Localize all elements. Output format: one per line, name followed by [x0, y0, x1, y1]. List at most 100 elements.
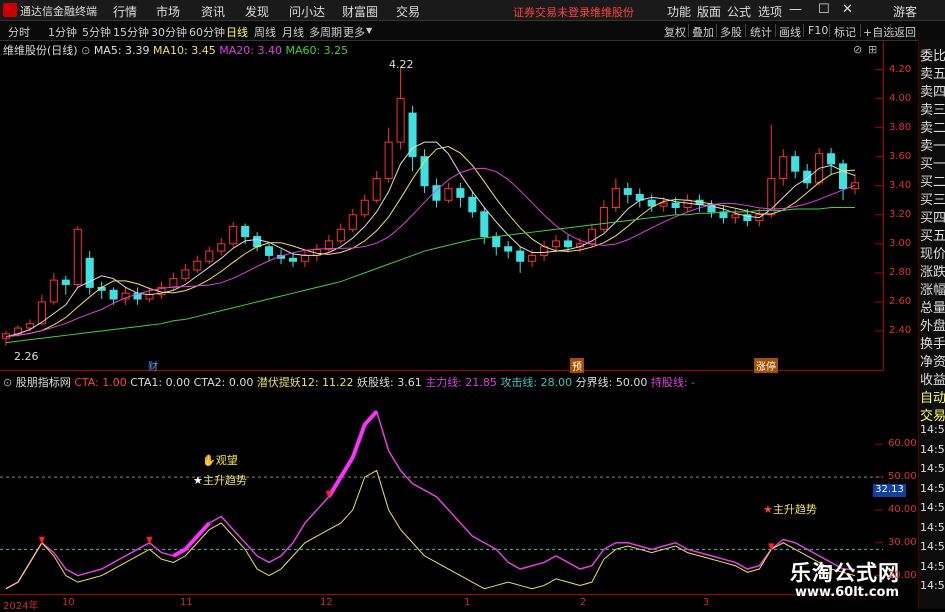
y-label-sub-2: 40.00: [888, 503, 917, 515]
side-panel-item-3[interactable]: 卖三: [920, 99, 945, 118]
y-label-main-9: 2.40: [889, 324, 912, 336]
menu-item-shichang[interactable]: 市场: [156, 3, 180, 20]
more-dropdown-icon[interactable]: ▼: [366, 26, 372, 35]
side-panel-item-7[interactable]: 买二: [920, 171, 945, 190]
low-price-label: 2.26: [14, 350, 39, 363]
main-chart-frame: [0, 40, 884, 371]
tab-15min[interactable]: 15分钟: [113, 24, 149, 40]
x-label-feb: 2: [580, 597, 587, 608]
menu-item-faxian[interactable]: 发现: [245, 3, 269, 20]
y-label-sub-4: 20.00: [888, 569, 917, 581]
indicator-title: 股朋指标网: [15, 376, 71, 389]
side-panel-item-13[interactable]: 涨幅: [920, 279, 945, 298]
side-panel-item-17[interactable]: 净资: [920, 351, 945, 370]
close-icon[interactable]: ✕: [842, 2, 853, 17]
cai-marker-2: 预: [570, 358, 584, 373]
side-panel-item-14[interactable]: 总量: [920, 297, 945, 316]
window-icon[interactable]: ⊞: [868, 43, 877, 56]
btn-back[interactable]: 返回: [894, 24, 916, 40]
side-panel-item-1[interactable]: 卖五: [920, 63, 945, 82]
tab-fenshi[interactable]: 分时: [8, 24, 30, 40]
side-panel-item-11[interactable]: 现价: [920, 243, 945, 262]
tab-weekly[interactable]: 周线: [254, 24, 276, 40]
star-icon: ★: [763, 503, 773, 516]
x-label-year: 2024年: [3, 601, 39, 612]
menu-item-caifuquan[interactable]: 财富圈: [342, 3, 378, 20]
period-toolbar: 分时 1分钟 5分钟 15分钟 30分钟 60分钟 日线 周线 月线 多周期 更…: [0, 21, 945, 41]
side-panel-item-2[interactable]: 卖四: [920, 81, 945, 100]
hand-icon: ✋: [202, 454, 216, 467]
side-panel-item-0[interactable]: 委比: [920, 45, 945, 64]
zl-label: 主力线: 21.85: [425, 376, 497, 389]
btn-duogu[interactable]: 多股: [720, 24, 742, 40]
y-label-main-8: 2.60: [889, 295, 912, 307]
strong-segment: [327, 410, 379, 498]
btn-fuquan[interactable]: 复权: [664, 24, 686, 40]
x-label-oct: 10: [62, 597, 75, 608]
btn-diejia[interactable]: 叠加: [692, 24, 714, 40]
menu-item-banmian[interactable]: 版面: [697, 3, 721, 20]
time-label-2: 14:5: [920, 462, 945, 475]
menu-item-xuanxiang[interactable]: 选项: [758, 3, 782, 20]
tab-daily[interactable]: 日线: [226, 24, 248, 40]
side-panel-item-19[interactable]: 自动: [920, 387, 945, 406]
menu-item-wenxiaoda[interactable]: 问小达: [289, 3, 325, 20]
side-panel-item-4[interactable]: 卖二: [920, 117, 945, 136]
btn-tongji[interactable]: 统计: [750, 24, 772, 40]
btn-f10[interactable]: F10: [808, 24, 828, 37]
y-label-main-5: 3.20: [889, 208, 912, 220]
side-panel-item-8[interactable]: 买三: [920, 189, 945, 208]
uptrend-label-2: ★主升趋势: [763, 503, 817, 516]
btn-biaoji[interactable]: 标记: [834, 24, 856, 40]
indicator-settings-icon[interactable]: ⊙: [3, 376, 12, 389]
indicator-legend: ⊙ 股朋指标网 CTA: 1.00 CTA1: 0.00 CTA2: 0.00 …: [3, 374, 695, 390]
time-label-8: 14:5: [920, 579, 945, 592]
menu-item-zixun[interactable]: 资讯: [201, 3, 225, 20]
app-name: 通达信金融终端: [20, 5, 97, 18]
tab-30min[interactable]: 30分钟: [151, 24, 187, 40]
watermark-url: www.60lt.com: [795, 585, 900, 600]
login-notice[interactable]: 证券交易未登录: [513, 4, 590, 20]
menu-bar: 通达信金融终端 行情 市场 资讯 发现 问小达 财富圈 交易 证券交易未登录 维…: [0, 0, 945, 21]
side-panel-item-15[interactable]: 外盘: [920, 315, 945, 334]
menu-item-jiaoyi[interactable]: 交易: [396, 3, 420, 20]
y-label-main-3: 3.60: [889, 150, 912, 162]
y-label-main-4: 3.40: [889, 179, 912, 191]
menu-item-gongshi[interactable]: 公式: [727, 3, 751, 20]
cursor-value-box: 32.13: [873, 484, 906, 497]
tab-5min[interactable]: 5分钟: [82, 24, 111, 40]
side-panel-item-10[interactable]: 买五: [920, 225, 945, 244]
menu-item-gongneng[interactable]: 功能: [667, 3, 691, 20]
tab-monthly[interactable]: 月线: [282, 24, 304, 40]
tab-60min[interactable]: 60分钟: [189, 24, 225, 40]
menu-item-hangqing[interactable]: 行情: [113, 3, 137, 20]
cta1-label: CTA1: 0.00: [130, 376, 191, 389]
cai-marker-1: 财: [148, 362, 158, 373]
tab-1min[interactable]: 1分钟: [48, 24, 77, 40]
side-panel-item-18[interactable]: 收益: [920, 369, 945, 388]
strong-segment: [172, 521, 211, 558]
ma20-label: MA20: 3.40: [219, 44, 282, 57]
side-panel-item-5[interactable]: 卖一: [920, 135, 945, 154]
tab-more[interactable]: 更多: [343, 24, 365, 40]
btn-huaxian[interactable]: 画线: [779, 24, 801, 40]
maximize-icon[interactable]: ☐: [818, 2, 830, 17]
settings-icon[interactable]: ⊙: [81, 44, 90, 57]
zoom-icon[interactable]: ⊘: [853, 43, 862, 56]
y-label-sub-3: 30.00: [888, 536, 917, 548]
tab-multi-period[interactable]: 多周期: [309, 24, 342, 40]
side-panel-item-12[interactable]: 涨跌: [920, 261, 945, 280]
minimize-icon[interactable]: —: [789, 2, 802, 17]
time-label-1: 14:5: [920, 442, 945, 456]
stock-title: 维维股份(日线): [3, 44, 78, 57]
y-label-main-1: 4.00: [889, 92, 912, 104]
uptrend-label-1: ★主升趋势: [193, 474, 247, 487]
attack-line: [5, 469, 856, 590]
guest-label[interactable]: 游客: [893, 3, 917, 20]
side-panel-item-20[interactable]: 交易: [920, 405, 945, 424]
y-label-sub-1: 50.00: [888, 471, 917, 483]
notice-stock: 维维股份: [590, 6, 634, 19]
side-panel-item-9[interactable]: 买四: [920, 207, 945, 226]
side-panel-item-6[interactable]: 买一: [920, 153, 945, 172]
side-panel-item-16[interactable]: 换手: [920, 333, 945, 352]
